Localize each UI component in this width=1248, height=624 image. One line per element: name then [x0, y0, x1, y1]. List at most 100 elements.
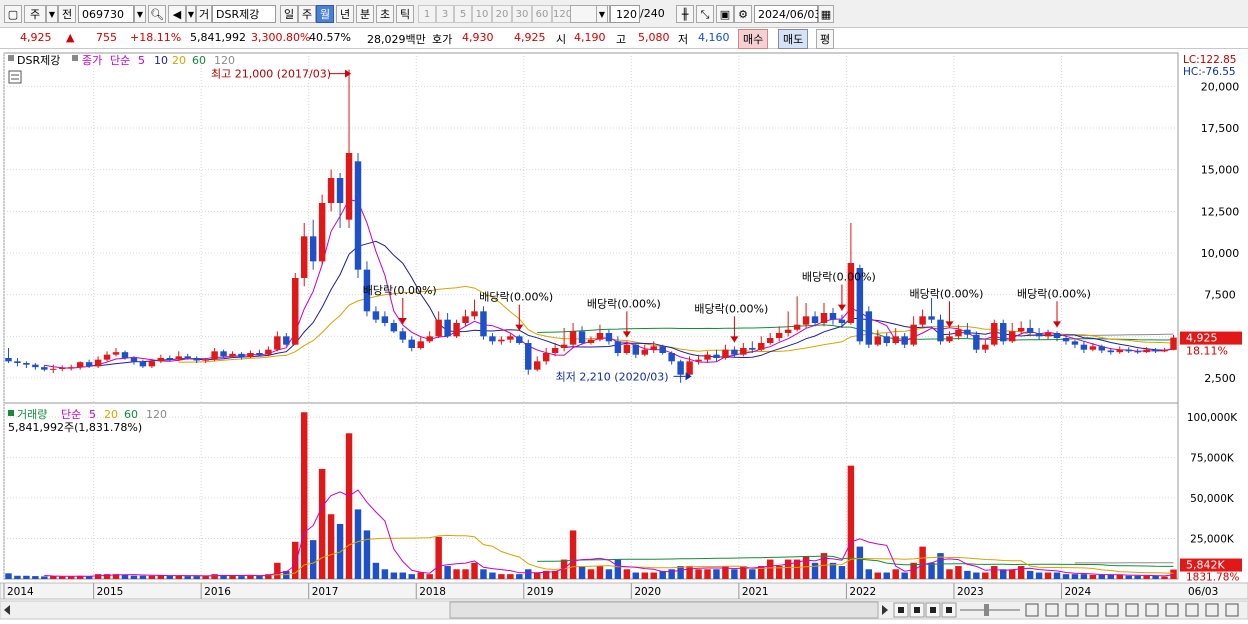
volume-bar [426, 574, 432, 579]
market-select[interactable]: 주 [24, 5, 46, 23]
x-tick-label: 2020 [634, 586, 661, 598]
candle-body [131, 358, 137, 361]
chart-area: 2,5005,0007,50010,00012,50015,00017,5002… [0, 49, 1248, 621]
name-prefix[interactable]: 거 [196, 5, 212, 23]
volume-tick-label: 50,000K [1190, 493, 1235, 505]
indicator-toggle-icon[interactable] [9, 71, 21, 83]
volume-bar [1018, 566, 1024, 579]
volume-bar [507, 574, 513, 579]
chevron-down-icon[interactable]: ▼ [134, 5, 146, 23]
period-button[interactable]: 일 [280, 5, 298, 23]
candle-body [812, 316, 818, 323]
volume-bar [238, 576, 244, 579]
period-button[interactable]: 초 [376, 5, 394, 23]
volume-bar [1152, 576, 1158, 579]
volume-bar [301, 412, 307, 579]
hoga-price-2: 4,925 [514, 31, 546, 44]
window-icon[interactable]: ▢ [4, 5, 22, 23]
volume-bar [677, 566, 683, 579]
y-tick-label: 2,500 [1204, 372, 1236, 385]
save-icon[interactable]: ▣ [716, 5, 734, 23]
candle-type-icon[interactable]: ╫ [676, 5, 694, 23]
candle-body [794, 325, 800, 330]
candle-body [991, 323, 997, 345]
period-button[interactable]: 년 [336, 5, 354, 23]
period-button[interactable]: 틱 [396, 5, 414, 23]
interval-button[interactable]: 120 [552, 5, 572, 23]
candle-body [444, 320, 450, 337]
volume-bar [337, 524, 343, 579]
candle-body [480, 311, 486, 336]
volume-bar [319, 469, 325, 579]
candle-body [588, 340, 594, 343]
volume-bar [731, 569, 737, 579]
period-button[interactable]: 월 [316, 5, 334, 23]
volume-bar [1090, 575, 1096, 579]
interval-button[interactable]: 30 [512, 5, 532, 23]
candle-body [1072, 341, 1078, 344]
volume-bar [211, 574, 217, 579]
candle-body [659, 346, 665, 353]
candle-body [884, 336, 890, 343]
candle-body [158, 358, 164, 361]
prev-button[interactable]: 전 [58, 5, 76, 23]
interval-button[interactable]: 3 [436, 5, 454, 23]
period-button[interactable]: 분 [356, 5, 374, 23]
volume-bar [274, 563, 280, 579]
interval-button[interactable]: 60 [532, 5, 552, 23]
stock-name-field[interactable]: DSR제강 [212, 5, 276, 23]
volume-bar [373, 563, 379, 579]
candle-body [86, 362, 92, 366]
low-price: 4,160 [698, 31, 730, 44]
volume-bar [346, 433, 352, 579]
volume-bar [167, 576, 173, 579]
x-tick-label: 2024 [1064, 586, 1091, 598]
volume-bar [122, 575, 128, 579]
interval-button[interactable]: 10 [472, 5, 492, 23]
period-button[interactable]: 주 [298, 5, 316, 23]
code-input[interactable]: 069730 [78, 5, 134, 23]
search-icon[interactable]: 🔍︎ [148, 5, 166, 23]
count-input[interactable]: 120 [610, 5, 640, 23]
candle-body [346, 153, 352, 220]
volume-bar [471, 563, 477, 579]
interval-button[interactable]: 20 [492, 5, 512, 23]
candle-body [642, 350, 648, 355]
date-input[interactable]: 2024/06/03 [754, 5, 818, 23]
candle-body [373, 311, 379, 319]
volume-bar [229, 576, 235, 579]
interval-button[interactable]: 1 [418, 5, 436, 23]
buy-button[interactable]: 매수 [738, 29, 768, 49]
interval-button[interactable]: 5 [454, 5, 472, 23]
candle-body [982, 345, 988, 350]
gear-icon[interactable]: ⚙ [734, 5, 752, 23]
candle-body [803, 316, 809, 324]
prev-page-icon [914, 607, 920, 613]
volume-bar [5, 573, 11, 579]
candle-body [686, 361, 692, 374]
candle-body [928, 316, 934, 319]
volume-bar [193, 576, 199, 579]
first-page-icon [898, 607, 904, 613]
candle-body [265, 350, 271, 355]
avg-button[interactable]: 평 [816, 29, 834, 49]
candle-body [1045, 333, 1051, 336]
volume-bar [659, 571, 665, 579]
candle-body [426, 336, 432, 341]
trade-amount: 28,029백만 [367, 31, 426, 47]
volume-bar [695, 569, 701, 579]
zoom-slider-thumb[interactable] [984, 604, 989, 616]
chevron-down-icon[interactable]: ▼ [46, 5, 58, 23]
scroll-thumb[interactable] [450, 602, 878, 618]
chevron-down-icon[interactable]: ▼ [186, 5, 196, 23]
chevron-down-icon[interactable]: ▼ [596, 5, 608, 23]
volume-bar [149, 576, 155, 579]
calendar-icon[interactable]: ▦ [818, 5, 834, 23]
candle-body [140, 361, 146, 366]
volume-bar [1161, 577, 1167, 579]
crosshair-icon[interactable]: ⤡ [696, 5, 714, 23]
speaker-icon[interactable]: ◀ [168, 5, 186, 23]
candle-body [1170, 338, 1176, 350]
current-volume-label: 5,842K [1186, 559, 1225, 572]
sell-button[interactable]: 매도 [778, 29, 808, 49]
